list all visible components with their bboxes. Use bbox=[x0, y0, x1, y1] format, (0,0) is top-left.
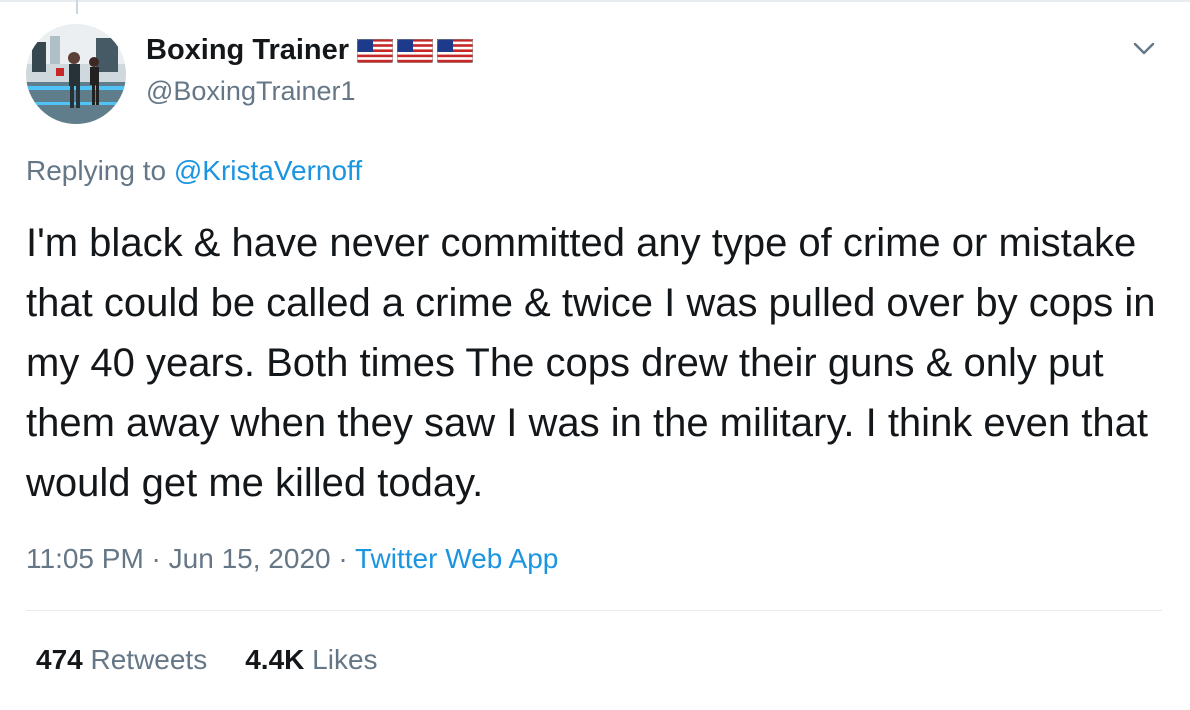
likes-stat[interactable]: 4.4K Likes bbox=[245, 644, 377, 675]
us-flag-icon bbox=[357, 38, 394, 63]
top-border bbox=[0, 0, 1190, 2]
source-app-link[interactable]: Twitter Web App bbox=[355, 543, 558, 574]
avatar-image bbox=[26, 24, 126, 124]
us-flag-icon bbox=[397, 38, 434, 63]
chevron-down-icon[interactable] bbox=[1130, 36, 1158, 60]
likes-count: 4.4K bbox=[245, 644, 305, 675]
likes-label: Likes bbox=[304, 644, 378, 675]
meta-separator: · bbox=[330, 543, 355, 574]
retweets-count: 474 bbox=[36, 644, 83, 675]
flag-emojis bbox=[357, 38, 474, 63]
avatar[interactable] bbox=[26, 24, 126, 124]
us-flag-icon bbox=[437, 38, 474, 63]
display-name[interactable]: Boxing Trainer bbox=[146, 34, 349, 67]
replying-to-label: Replying to bbox=[26, 155, 174, 186]
tweet-time[interactable]: 11:05 PM bbox=[26, 543, 144, 574]
thread-connector bbox=[76, 0, 78, 14]
retweets-label: Retweets bbox=[82, 644, 208, 675]
tweet-text: I'm black & have never committed any typ… bbox=[26, 221, 1156, 505]
tweet-stats: 474 Retweets 4.4K Likes bbox=[36, 644, 378, 676]
reply-mention-link[interactable]: @KristaVernoff bbox=[174, 155, 362, 186]
divider bbox=[26, 610, 1162, 611]
tweet-meta: 11:05 PM · Jun 15, 2020 · Twitter Web Ap… bbox=[26, 543, 558, 575]
author-handle[interactable]: @BoxingTrainer1 bbox=[146, 76, 356, 107]
tweet-date[interactable]: Jun 15, 2020 bbox=[169, 543, 331, 574]
retweets-stat[interactable]: 474 Retweets bbox=[36, 644, 207, 675]
replying-to: Replying to @KristaVernoff bbox=[26, 155, 362, 187]
meta-separator: · bbox=[143, 543, 169, 574]
author-name-row: Boxing Trainer bbox=[146, 34, 474, 67]
